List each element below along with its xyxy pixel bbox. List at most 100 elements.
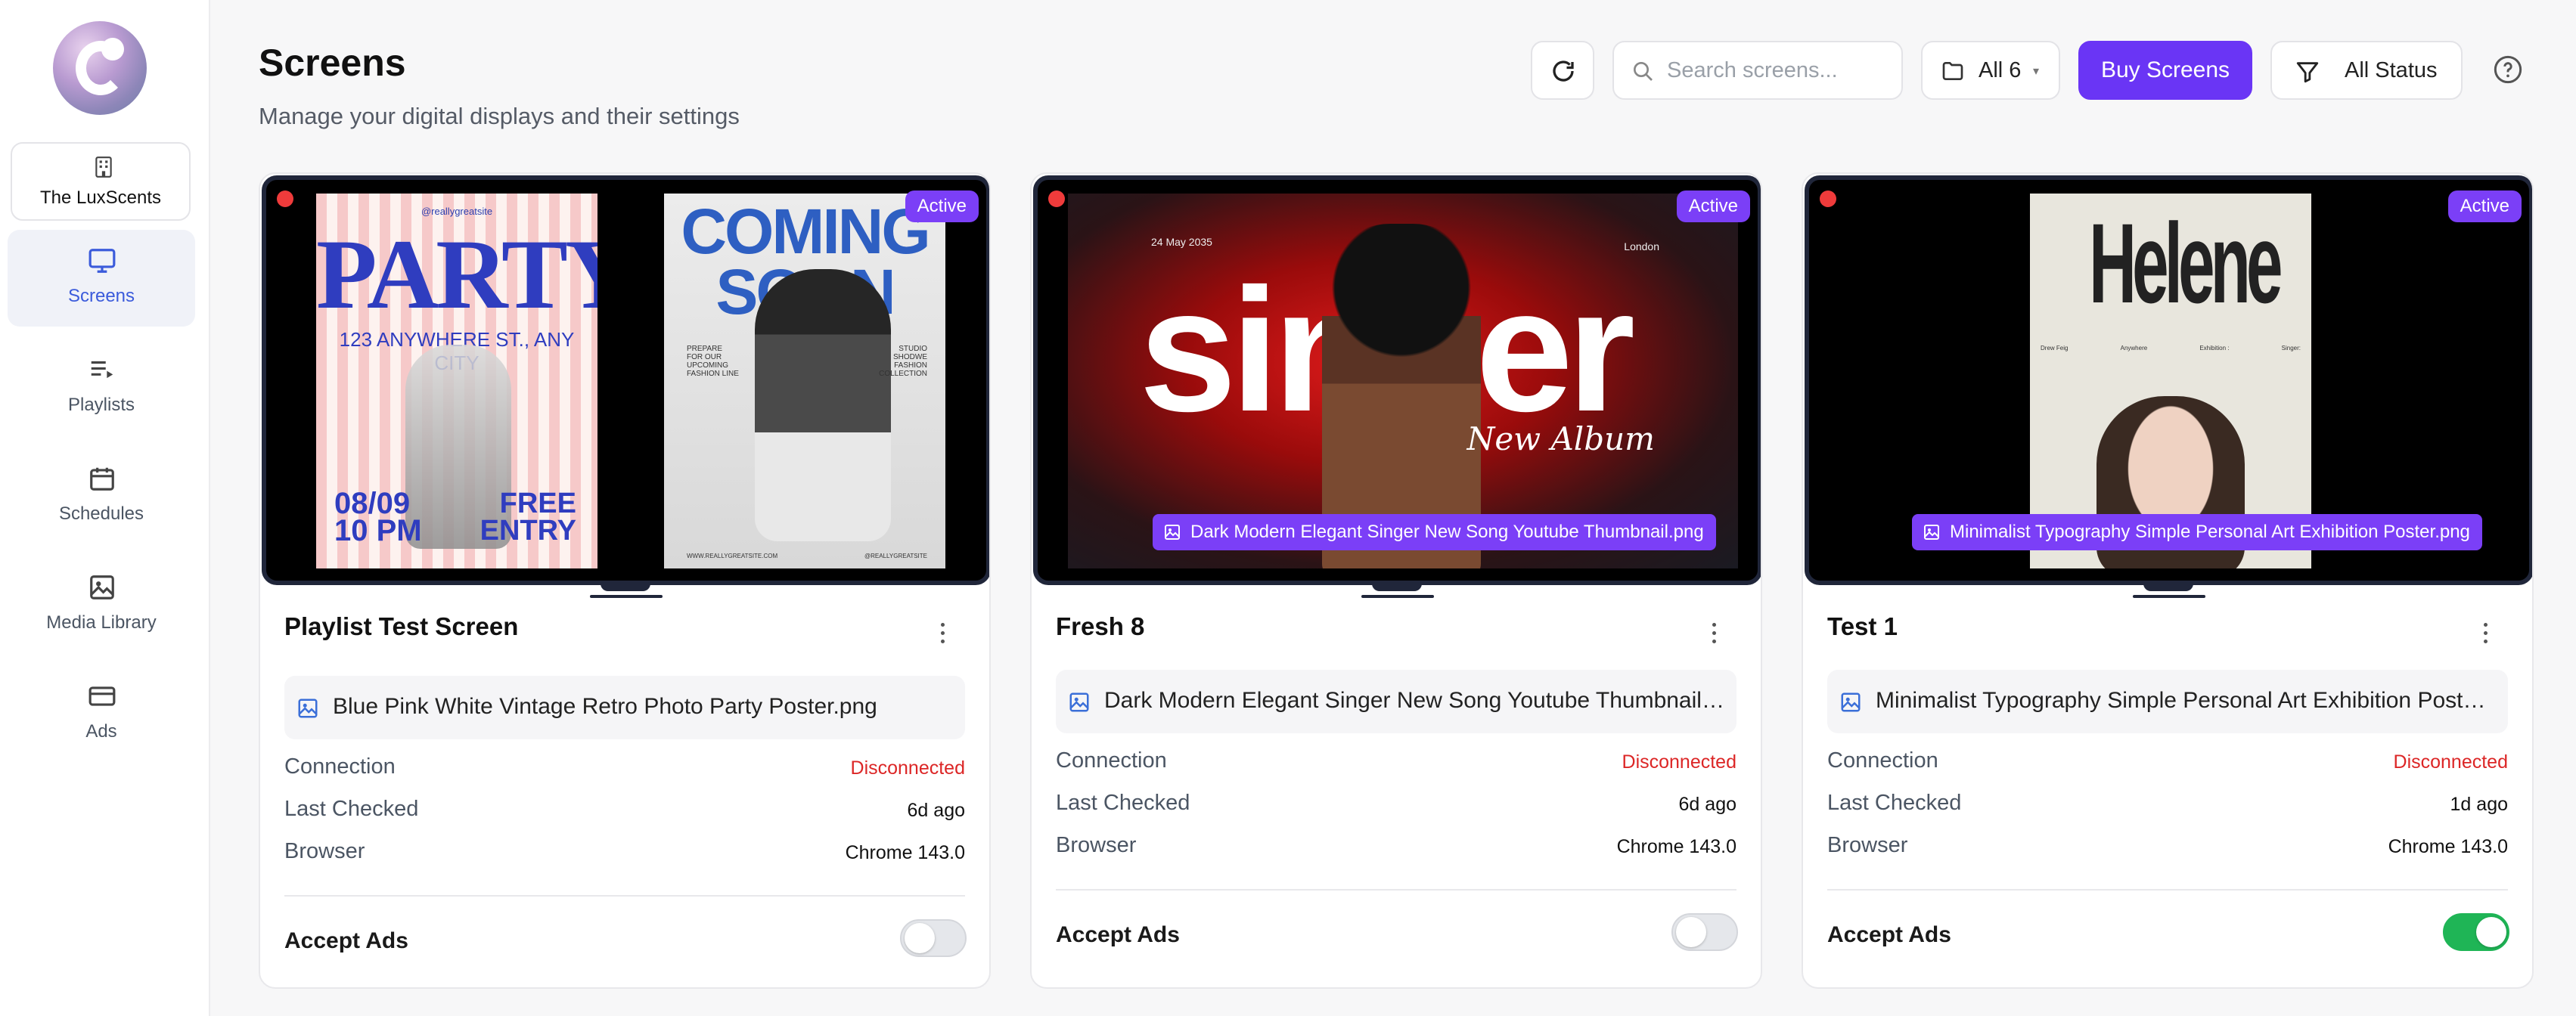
- connection-label: Connection: [1056, 748, 1167, 773]
- image-icon: [90, 575, 114, 599]
- status-badge: Active: [2447, 190, 2522, 222]
- folder-filter-dropdown[interactable]: All 6 ▾: [1921, 41, 2060, 100]
- buy-screens-button[interactable]: Buy Screens: [2078, 41, 2252, 100]
- sidebar-item-playlists[interactable]: Playlists: [8, 339, 195, 435]
- card-icon: [88, 686, 116, 706]
- screen-card: 24 May 2035 London singer New Album Acti…: [1030, 172, 1762, 989]
- poster-text: London: [1624, 240, 1659, 252]
- current-media[interactable]: Dark Modern Elegant Singer New Song Yout…: [1056, 670, 1736, 733]
- sidebar-item-media-library[interactable]: Media Library: [8, 556, 195, 653]
- playlist-icon: [91, 361, 113, 379]
- accept-ads-toggle[interactable]: [1671, 913, 1738, 951]
- screen-card: Helene Drew Feig Anywhere Exhibition : S…: [1802, 172, 2534, 989]
- current-media[interactable]: Blue Pink White Vintage Retro Photo Part…: [284, 676, 965, 739]
- image-icon: [1069, 692, 1089, 712]
- poster-figure: [755, 269, 891, 541]
- chevron-down-icon: ▾: [2033, 65, 2040, 78]
- refresh-icon: [1553, 60, 1574, 82]
- more-options-icon[interactable]: [938, 623, 947, 653]
- browser-value: Chrome 143.0: [1616, 836, 1736, 857]
- poster-info: Drew Feig Anywhere Exhibition : Singer:: [2041, 345, 2301, 352]
- image-icon: [298, 698, 318, 718]
- poster-text: Singer:: [2281, 345, 2301, 352]
- connection-row: Connection Disconnected: [1827, 748, 2508, 779]
- divider: [1056, 889, 1736, 891]
- last-checked-row: Last Checked 6d ago: [284, 797, 965, 827]
- poster-text: STUDIO SHODWE FASHION COLLECTION: [879, 345, 927, 378]
- sidebar-item-screens[interactable]: Screens: [8, 230, 195, 327]
- monitor-base: [2133, 595, 2205, 598]
- sidebar-item-label: Media Library: [46, 612, 157, 633]
- browser-label: Browser: [284, 839, 365, 863]
- poster-text: 24 May 2035: [1151, 236, 1212, 248]
- screen-preview[interactable]: 24 May 2035 London singer New Album Acti…: [1033, 175, 1761, 585]
- image-icon: [1924, 525, 1939, 540]
- poster-text: PARTY: [316, 218, 597, 330]
- browser-label: Browser: [1056, 833, 1137, 857]
- monitor-stand: [601, 581, 650, 591]
- sidebar-item-label: Ads: [85, 721, 117, 742]
- help-icon[interactable]: [2493, 54, 2523, 85]
- connection-status: Disconnected: [1622, 751, 1736, 773]
- sidebar-item-schedules[interactable]: Schedules: [8, 448, 195, 544]
- refresh-button[interactable]: [1531, 41, 1594, 100]
- status-filter-label: All Status: [2345, 58, 2438, 82]
- accept-ads-toggle[interactable]: [2443, 913, 2509, 951]
- org-switcher[interactable]: The LuxScents: [11, 142, 191, 221]
- poster-text: WWW.REALLYGREATSITE.COM: [687, 553, 778, 559]
- connection-status: Disconnected: [2393, 751, 2508, 773]
- calendar-icon: [90, 467, 114, 491]
- poster-text: Helene: [2089, 200, 2283, 327]
- search-icon: [1634, 62, 1653, 81]
- coming-soon-poster-image: COMINGSOON PREPARE FOR OUR UPCOMING FASH…: [664, 194, 945, 568]
- building-icon: [95, 156, 112, 178]
- last-checked-label: Last Checked: [1827, 791, 1962, 815]
- exhibition-poster-image: Helene Drew Feig Anywhere Exhibition : S…: [2030, 194, 2311, 568]
- poster-text: @reallygreatsite: [421, 206, 493, 217]
- current-media[interactable]: Minimalist Typography Simple Personal Ar…: [1827, 670, 2508, 733]
- screen-preview[interactable]: Helene Drew Feig Anywhere Exhibition : S…: [1805, 175, 2532, 585]
- poster-text: Exhibition :: [2199, 345, 2230, 352]
- media-filename: Minimalist Typography Simple Personal Ar…: [1876, 688, 2496, 713]
- page-title: Screens: [259, 42, 406, 84]
- more-options-icon[interactable]: [1709, 623, 1718, 653]
- screen-preview[interactable]: @reallygreatsite PARTY 123 ANYWHERE ST.,…: [262, 175, 989, 585]
- accept-ads-label: Accept Ads: [284, 928, 408, 953]
- filter-icon: [2296, 62, 2319, 83]
- app-logo[interactable]: [53, 21, 147, 115]
- browser-value: Chrome 143.0: [845, 842, 965, 863]
- divider: [1827, 889, 2508, 891]
- more-options-icon[interactable]: [2481, 623, 2490, 653]
- accept-ads-label: Accept Ads: [1827, 922, 1951, 947]
- media-filename: Blue Pink White Vintage Retro Photo Part…: [333, 694, 877, 719]
- sidebar-item-label: Schedules: [58, 503, 144, 524]
- accept-ads-toggle[interactable]: [900, 919, 967, 957]
- divider: [284, 895, 965, 897]
- browser-row: Browser Chrome 143.0: [1827, 833, 2508, 863]
- folder-icon: [1942, 62, 1963, 80]
- screen-name: Playlist Test Screen: [284, 612, 519, 640]
- connection-label: Connection: [1827, 748, 1938, 773]
- connection-row: Connection Disconnected: [1056, 748, 1736, 779]
- poster-text: 08/09 10 PM: [334, 487, 422, 547]
- browser-value: Chrome 143.0: [2388, 836, 2508, 857]
- playing-file-chip: Dark Modern Elegant Singer New Song Yout…: [1153, 514, 1716, 550]
- live-indicator-dot: [277, 190, 293, 207]
- folder-filter-label: All 6: [1979, 58, 2022, 82]
- monitor-stand: [1372, 581, 1422, 591]
- status-filter-dropdown[interactable]: All Status: [2270, 41, 2463, 100]
- playing-filename: Minimalist Typography Simple Personal Ar…: [1950, 522, 2470, 542]
- search-input[interactable]: [1667, 54, 1891, 86]
- image-icon: [1841, 692, 1861, 712]
- poster-text: @REALLYGREATSITE: [864, 553, 927, 559]
- last-checked-label: Last Checked: [284, 797, 419, 821]
- accept-ads-label: Accept Ads: [1056, 922, 1180, 947]
- sidebar-item-ads[interactable]: Ads: [8, 665, 195, 762]
- live-indicator-dot: [1048, 190, 1065, 207]
- logo-dot: [101, 38, 124, 60]
- singer-thumbnail-image: 24 May 2035 London singer New Album: [1068, 194, 1738, 568]
- poster-text: Anywhere: [2120, 345, 2148, 352]
- search-box: [1612, 41, 1903, 100]
- last-checked-row: Last Checked 1d ago: [1827, 791, 2508, 821]
- live-indicator-dot: [1820, 190, 1836, 207]
